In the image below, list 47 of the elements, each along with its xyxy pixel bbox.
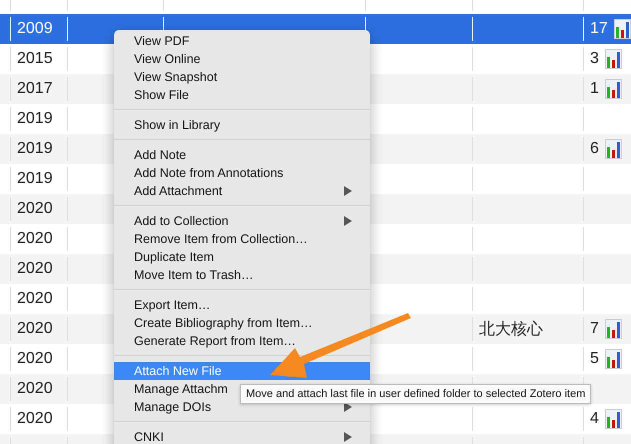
menu-item[interactable]: Generate Report from Item… xyxy=(114,332,370,350)
year-cell: 2020 xyxy=(17,350,53,368)
menu-item[interactable]: View PDF xyxy=(114,32,370,50)
year-cell: 2020 xyxy=(17,230,53,248)
tooltip: Move and attach last file in user defined folder to selected Zotero item xyxy=(240,384,592,404)
tag-cell-text: 北大核心 xyxy=(479,320,543,340)
bar-chart-icon xyxy=(604,49,622,69)
bar-chart-icon xyxy=(604,139,622,159)
year-cell: 2019 xyxy=(17,110,53,128)
menu-item[interactable]: CNKI xyxy=(114,428,370,444)
year-cell: 2020 xyxy=(17,410,53,428)
menu-item[interactable]: Duplicate Item xyxy=(114,248,370,266)
menu-item[interactable]: Move Item to Trash… xyxy=(114,266,370,284)
year-cell: 2017 xyxy=(17,80,53,98)
menu-item[interactable]: Create Bibliography from Item… xyxy=(114,314,370,332)
count-cell: 7 xyxy=(590,320,599,338)
count-cell: 5 xyxy=(590,350,599,368)
bar-chart-icon xyxy=(604,349,622,369)
menu-item[interactable]: View Snapshot xyxy=(114,68,370,86)
count-cell: 3 xyxy=(590,50,599,68)
year-cell: 2019 xyxy=(17,140,53,158)
menu-item[interactable]: Add to Collection xyxy=(114,212,370,230)
year-cell: 2020 xyxy=(17,290,53,308)
count-cell: 6 xyxy=(590,140,599,158)
bar-chart-icon xyxy=(604,409,622,429)
menu-item[interactable]: Remove Item from Collection… xyxy=(114,230,370,248)
menu-item[interactable]: Add Attachment xyxy=(114,182,370,200)
menu-item[interactable]: Attach New File xyxy=(114,362,370,380)
bar-chart-icon xyxy=(604,319,622,339)
year-cell: 2020 xyxy=(17,260,53,278)
year-cell: 2015 xyxy=(17,50,53,68)
count-cell: 17 xyxy=(590,20,608,38)
year-cell: 2009 xyxy=(17,20,53,38)
count-cell: 4 xyxy=(590,410,599,428)
year-cell: 2020 xyxy=(17,320,53,338)
year-cell: 2020 xyxy=(17,200,53,218)
bar-chart-icon xyxy=(604,79,622,99)
menu-item[interactable]: Show in Library xyxy=(114,116,370,134)
count-cell: 1 xyxy=(590,80,599,98)
year-cell: 2020 xyxy=(17,380,53,398)
year-cell: 2019 xyxy=(17,170,53,188)
menu-item[interactable]: Show File xyxy=(114,86,370,104)
bar-chart-icon xyxy=(614,19,631,39)
menu-item[interactable]: Add Note from Annotations xyxy=(114,164,370,182)
menu-item[interactable]: Add Note xyxy=(114,146,370,164)
menu-item[interactable]: View Online xyxy=(114,50,370,68)
menu-item[interactable]: Export Item… xyxy=(114,296,370,314)
